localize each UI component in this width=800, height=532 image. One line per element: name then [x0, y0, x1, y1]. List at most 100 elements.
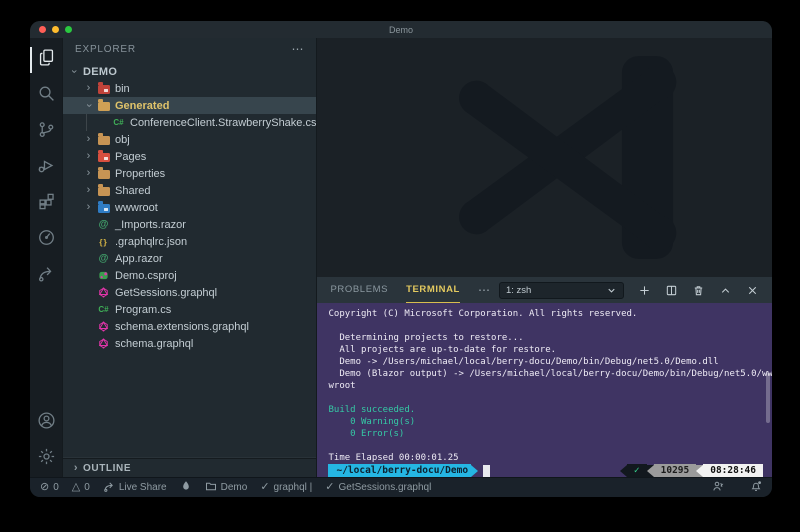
explorer-sidebar: EXPLORER ⋯ ›DEMO›bin›GeneratedC#Conferen… — [63, 38, 317, 477]
tree-item-label: GetSessions.graphql — [115, 287, 217, 299]
terminal-line: Demo -> /Users/michael/local/berry-docu/… — [328, 356, 772, 368]
activity-item-live-share[interactable] — [30, 258, 62, 294]
kill-terminal-button[interactable] — [692, 284, 705, 297]
status-item-label: Live Share — [119, 482, 167, 493]
tree-item-schema-graphql[interactable]: schema.graphql — [63, 335, 316, 352]
folder-icon — [95, 131, 112, 148]
tree-item-app-razor[interactable]: @App.razor — [63, 250, 316, 267]
graphql-icon — [95, 318, 112, 335]
tree-item-imports-razor[interactable]: @_Imports.razor — [63, 216, 316, 233]
activity-bar — [30, 38, 63, 477]
tree-item-demo[interactable]: ›DEMO — [63, 63, 316, 80]
status-item-label: graphql | — [274, 482, 313, 493]
status-item-label: 0 — [84, 482, 90, 493]
outline-section-header[interactable]: › OUTLINE — [63, 458, 316, 477]
chevron-right-icon: › — [82, 131, 95, 148]
extensions-icon — [37, 192, 56, 216]
chevron-down-icon: › — [65, 65, 82, 78]
chevron-right-icon: › — [69, 460, 83, 477]
explorer-more-actions-button[interactable]: ⋯ — [291, 42, 304, 56]
folder-www-icon — [95, 199, 112, 216]
status-item-bell[interactable] — [750, 480, 762, 495]
tree-item-obj[interactable]: › obj — [63, 131, 316, 148]
terminal-line — [328, 440, 772, 452]
activity-item-accounts[interactable] — [30, 405, 62, 441]
activity-item-extensions[interactable] — [30, 186, 62, 222]
status-item-live-share[interactable]: Live Share — [103, 480, 167, 495]
terminal-shell-value: 1: zsh — [506, 285, 531, 296]
tree-item-pages[interactable]: ›Pages — [63, 148, 316, 165]
activity-item-run-debug[interactable] — [30, 150, 62, 186]
terminal-line: Time Elapsed 00:00:01.25 — [328, 452, 772, 464]
error-circle-icon: ⊘ — [40, 482, 49, 493]
tree-item-label: wwwroot — [115, 202, 158, 214]
panel-more-tabs-button[interactable]: ⋯ — [478, 283, 491, 297]
terminal-line: 0 Error(s) — [328, 428, 772, 440]
terminal-line: Build succeeded. — [328, 404, 772, 416]
terminal-cursor — [483, 465, 490, 477]
terminal-line: wroot — [328, 380, 772, 392]
status-item-demo[interactable]: Demo — [205, 480, 248, 495]
tree-item-graphqlrc-json[interactable]: {}.graphqlrc.json — [63, 233, 316, 250]
tree-item-demo-csproj[interactable]: Demo.csproj — [63, 267, 316, 284]
flame-icon — [180, 480, 192, 495]
folder-icon — [95, 165, 112, 182]
vscode-logo-watermark — [449, 50, 717, 265]
tree-item-label: Properties — [115, 168, 165, 180]
activity-item-search[interactable] — [30, 78, 62, 114]
close-panel-icon — [746, 284, 759, 297]
activity-item-test-history[interactable] — [30, 222, 62, 258]
json-icon: {} — [95, 233, 112, 250]
tree-item-label: ConferenceClient.StrawberryShake.cs — [130, 117, 316, 129]
terminal-view[interactable]: Copyright (C) Microsoft Corporation. All… — [317, 303, 772, 477]
split-terminal-button[interactable] — [665, 284, 678, 297]
tree-item-label: Shared — [115, 185, 150, 197]
status-item-0[interactable]: ⊘0 — [40, 482, 59, 493]
graphql-icon — [95, 335, 112, 352]
tree-item-properties[interactable]: › Properties — [63, 165, 316, 182]
prompt-segment-dark: ✓ — [627, 464, 647, 477]
status-item-getsessions-graphql[interactable]: ✓GetSessions.graphql — [325, 482, 431, 493]
folder-icon — [95, 182, 112, 199]
graphql-icon — [95, 284, 112, 301]
powerline-arrow — [696, 465, 703, 477]
activity-item-explorer[interactable] — [30, 42, 62, 78]
tab-problems[interactable]: PROBLEMS — [330, 277, 388, 303]
close-panel-button[interactable] — [746, 284, 759, 297]
bell-icon — [750, 480, 762, 495]
panel-header: PROBLEMS TERMINAL ⋯ 1: zsh — [317, 277, 772, 303]
tree-item-label: obj — [115, 134, 130, 146]
tree-item-generated[interactable]: ›Generated — [63, 97, 316, 114]
check-icon: ✓ — [260, 482, 269, 493]
tree-item-bin[interactable]: ›bin — [63, 80, 316, 97]
activity-item-source-control[interactable] — [30, 114, 62, 150]
status-item-feedback[interactable] — [712, 480, 724, 495]
chevron-right-icon: › — [82, 199, 95, 216]
status-item-0[interactable]: △0 — [72, 482, 90, 493]
chevron-right-icon: › — [82, 165, 95, 182]
tree-item-schema-extensions-graphql[interactable]: schema.extensions.graphql — [63, 318, 316, 335]
maximize-panel-button[interactable] — [719, 284, 732, 297]
status-item-graphql[interactable]: ✓ graphql | — [260, 482, 312, 493]
warning-triangle-icon: △ — [72, 482, 80, 493]
tree-item-shared[interactable]: ›Shared — [63, 182, 316, 199]
indent-guide — [86, 114, 87, 131]
tree-item-conferenceclient-strawberryshake-cs[interactable]: C#ConferenceClient.StrawberryShake.cs — [63, 114, 316, 131]
razor-icon: @ — [95, 216, 112, 233]
terminal-shell-select[interactable]: 1: zsh — [499, 282, 624, 299]
tree-item-wwwroot[interactable]: › wwwroot — [63, 199, 316, 216]
terminal-scrollbar[interactable] — [766, 373, 770, 423]
tree-item-program-cs[interactable]: C#Program.cs — [63, 301, 316, 318]
settings-icon — [37, 447, 56, 471]
tab-terminal[interactable]: TERMINAL — [406, 277, 460, 303]
terminal-line: Copyright (C) Microsoft Corporation. All… — [328, 308, 772, 320]
tree-item-getsessions-graphql[interactable]: GetSessions.graphql — [63, 284, 316, 301]
split-terminal-icon — [665, 284, 678, 297]
activity-item-settings[interactable] — [30, 441, 62, 477]
tree-item-label: Demo.csproj — [115, 270, 177, 282]
terminal-line — [328, 392, 772, 404]
new-terminal-button[interactable] — [638, 284, 651, 297]
status-item-flame[interactable] — [180, 480, 192, 495]
csharp-icon: C# — [110, 114, 127, 131]
tree-item-label: _Imports.razor — [115, 219, 186, 231]
